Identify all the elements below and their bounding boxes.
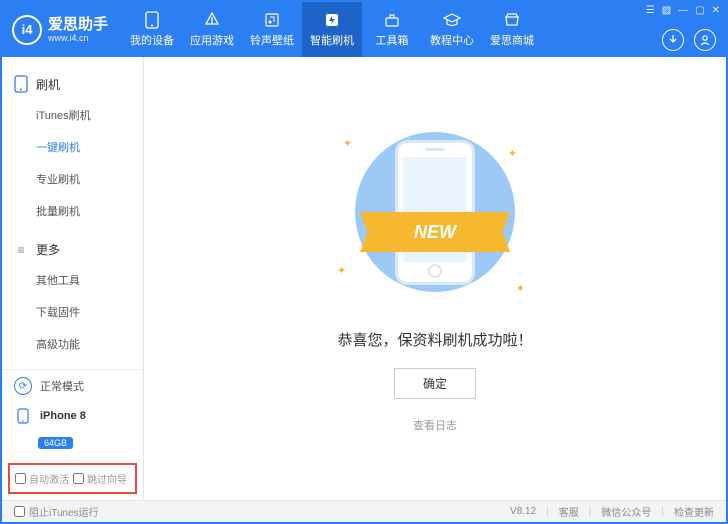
nav-flash[interactable]: 智能刷机 [302, 2, 362, 57]
skin-icon[interactable]: ▧ [662, 5, 671, 16]
nav-apps[interactable]: 应用游戏 [182, 2, 242, 57]
auto-activate-checkbox[interactable]: 自动激活 [15, 471, 69, 486]
version-label: V8.12 [510, 506, 536, 517]
nav-tutorial[interactable]: 教程中心 [422, 2, 482, 57]
phone-rect-icon [14, 75, 28, 93]
device-phone-icon [14, 407, 32, 425]
sidebar-item-itunes-flash[interactable]: iTunes刷机 [2, 99, 143, 131]
success-illustration: ✦✦✦✦ NEW [335, 117, 535, 307]
ok-button[interactable]: 确定 [394, 368, 476, 399]
app-name: 爱思助手 [48, 17, 108, 32]
phone-icon [143, 11, 161, 29]
block-itunes-checkbox[interactable]: 阻止iTunes运行 [14, 504, 99, 519]
success-message: 恭喜您，保资料刷机成功啦！ [337, 329, 532, 350]
skip-guide-checkbox[interactable]: 跳过向导 [73, 471, 127, 486]
nav-my-device[interactable]: 我的设备 [122, 2, 182, 57]
sidebar-item-download-fw[interactable]: 下载固件 [2, 296, 143, 328]
toolbox-icon [383, 11, 401, 29]
hamburger-icon: ≡ [14, 243, 28, 257]
device-capacity-badge: 64GB [38, 437, 73, 449]
sidebar: 刷机 iTunes刷机 一键刷机 专业刷机 批量刷机 ≡ 更多 其他工具 下载固… [2, 57, 144, 500]
header: i4 爱思助手 www.i4.cn 我的设备 应用游戏 铃声壁纸 智能刷机 工具… [2, 2, 726, 57]
mode-refresh-icon: ⟳ [14, 377, 32, 395]
maximize-icon[interactable]: ▢ [695, 5, 704, 16]
options-box: 自动激活 跳过向导 [8, 463, 137, 494]
support-link[interactable]: 客服 [559, 504, 579, 519]
nav-ringtone[interactable]: 铃声壁纸 [242, 2, 302, 57]
music-icon [263, 11, 281, 29]
minimize-icon[interactable]: — [678, 5, 688, 16]
device-row[interactable]: iPhone 8 [2, 402, 143, 433]
sidebar-item-advanced[interactable]: 高级功能 [2, 328, 143, 360]
sidebar-item-pro-flash[interactable]: 专业刷机 [2, 163, 143, 195]
sidebar-section-more[interactable]: ≡ 更多 [2, 235, 143, 264]
footer: 阻止iTunes运行 V8.12 | 客服 | 微信公众号 | 检查更新 [2, 500, 726, 522]
sidebar-item-onekey-flash[interactable]: 一键刷机 [2, 131, 143, 163]
flash-icon [323, 11, 341, 29]
apps-icon [203, 11, 221, 29]
app-url: www.i4.cn [48, 34, 108, 43]
menu-icon[interactable]: ☰ [646, 5, 655, 16]
mode-label: 正常模式 [40, 378, 84, 394]
user-icon[interactable] [694, 29, 716, 51]
device-name: iPhone 8 [40, 410, 86, 422]
sidebar-item-batch-flash[interactable]: 批量刷机 [2, 195, 143, 227]
top-nav: 我的设备 应用游戏 铃声壁纸 智能刷机 工具箱 教程中心 爱思商城 [122, 2, 542, 57]
window-controls: ☰ ▧ — ▢ ✕ [646, 5, 720, 16]
view-log-link[interactable]: 查看日志 [413, 417, 457, 433]
sidebar-item-other-tools[interactable]: 其他工具 [2, 264, 143, 296]
grad-icon [443, 11, 461, 29]
sidebar-section-flash[interactable]: 刷机 [2, 69, 143, 99]
header-right-icons [662, 29, 716, 51]
nav-store[interactable]: 爱思商城 [482, 2, 542, 57]
mode-row[interactable]: ⟳ 正常模式 [2, 370, 143, 402]
update-link[interactable]: 检查更新 [674, 504, 714, 519]
new-ribbon: NEW [360, 212, 510, 252]
close-icon[interactable]: ✕ [712, 5, 720, 16]
nav-toolbox[interactable]: 工具箱 [362, 2, 422, 57]
main-panel: ✦✦✦✦ NEW 恭喜您，保资料刷机成功啦！ 确定 查看日志 [144, 57, 726, 500]
logo[interactable]: i4 爱思助手 www.i4.cn [2, 2, 122, 57]
logo-icon: i4 [12, 15, 42, 45]
wechat-link[interactable]: 微信公众号 [601, 504, 651, 519]
download-icon[interactable] [662, 29, 684, 51]
store-icon [503, 11, 521, 29]
